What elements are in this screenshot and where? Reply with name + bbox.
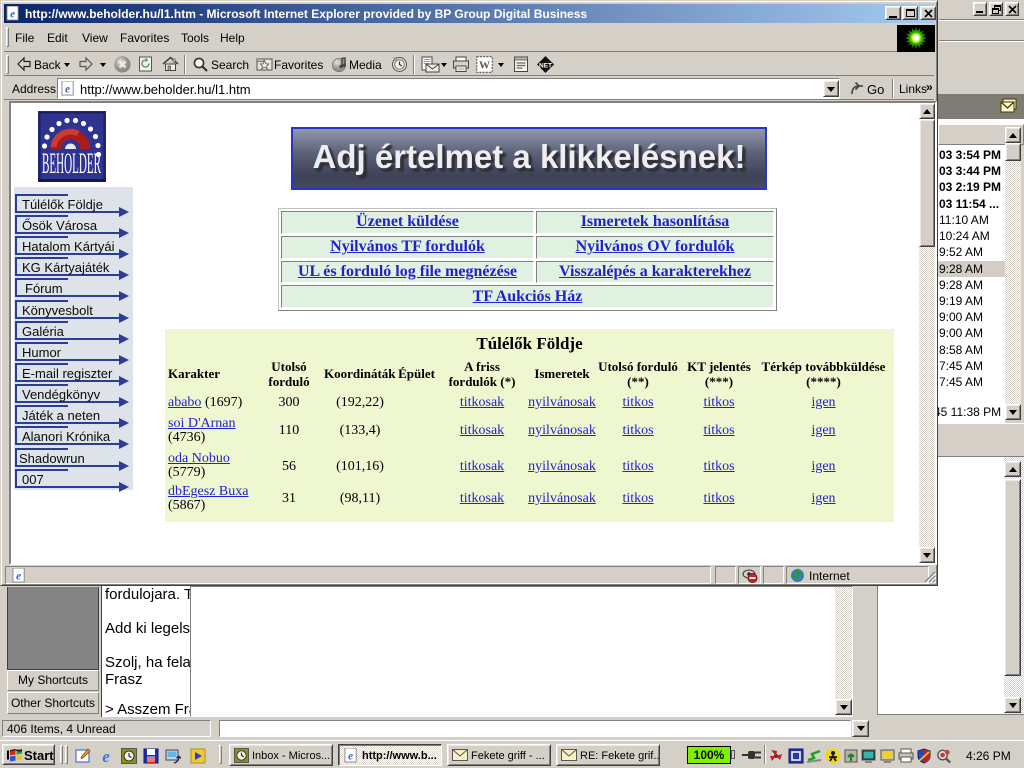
svg-text:W: W: [479, 60, 490, 72]
svg-text:e: e: [10, 8, 15, 20]
svg-text:e: e: [102, 748, 110, 764]
svg-text:BEHOLDER: BEHOLDER: [42, 147, 101, 180]
svg-text:e: e: [65, 83, 70, 95]
svg-text:NET: NET: [539, 63, 552, 70]
svg-text:e: e: [16, 570, 21, 582]
svg-text:e: e: [348, 750, 353, 762]
